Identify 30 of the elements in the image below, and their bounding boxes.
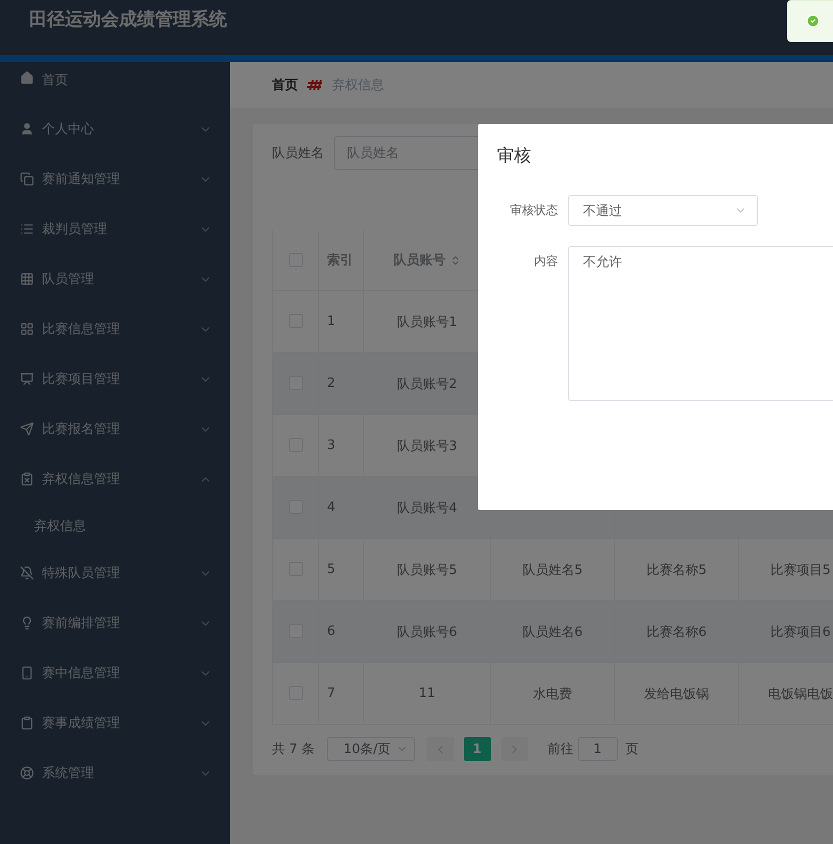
- table-cell: 6: [327, 624, 336, 639]
- total-count: 共 7 条: [272, 741, 315, 758]
- table-cell: 4: [327, 500, 336, 515]
- table-cell: 比赛项目6: [770, 624, 831, 640]
- table-cell: 比赛名称5: [646, 562, 707, 578]
- table-cell: 队员账号3: [396, 438, 458, 454]
- table-cell: 比赛名称6: [646, 624, 707, 640]
- table-cell: 7: [327, 686, 336, 701]
- field-label: 内容: [533, 253, 558, 270]
- table-cell: 1: [327, 314, 336, 329]
- table-cell: 队员姓名6: [522, 624, 583, 640]
- table-cell: 队员姓名5: [522, 562, 583, 578]
- table-cell: 比赛项目5: [770, 562, 831, 578]
- field-label: 审核状态: [509, 202, 558, 219]
- table-cell: 11: [418, 686, 436, 701]
- table-cell: 队员账号1: [396, 314, 458, 330]
- table-cell: 队员账号6: [396, 624, 458, 640]
- table-cell: 队员账号5: [396, 562, 458, 578]
- table-cell: 5: [327, 562, 336, 577]
- table-cell: 发给电饭锅: [644, 686, 709, 702]
- search-label: 队员姓名: [272, 145, 324, 162]
- table-cell: 2: [327, 376, 336, 391]
- table-cell: 队员账号2: [396, 376, 458, 392]
- app-title: 田径运动会成绩管理系统: [29, 8, 227, 30]
- table-cell: 电饭锅电饭: [768, 686, 833, 702]
- table-cell: 3: [327, 438, 336, 453]
- table-cell: 水电费: [533, 686, 572, 702]
- goto-suffix: 页: [626, 741, 639, 758]
- goto-label: 前往: [548, 741, 574, 758]
- table-cell: 队员账号4: [396, 500, 458, 516]
